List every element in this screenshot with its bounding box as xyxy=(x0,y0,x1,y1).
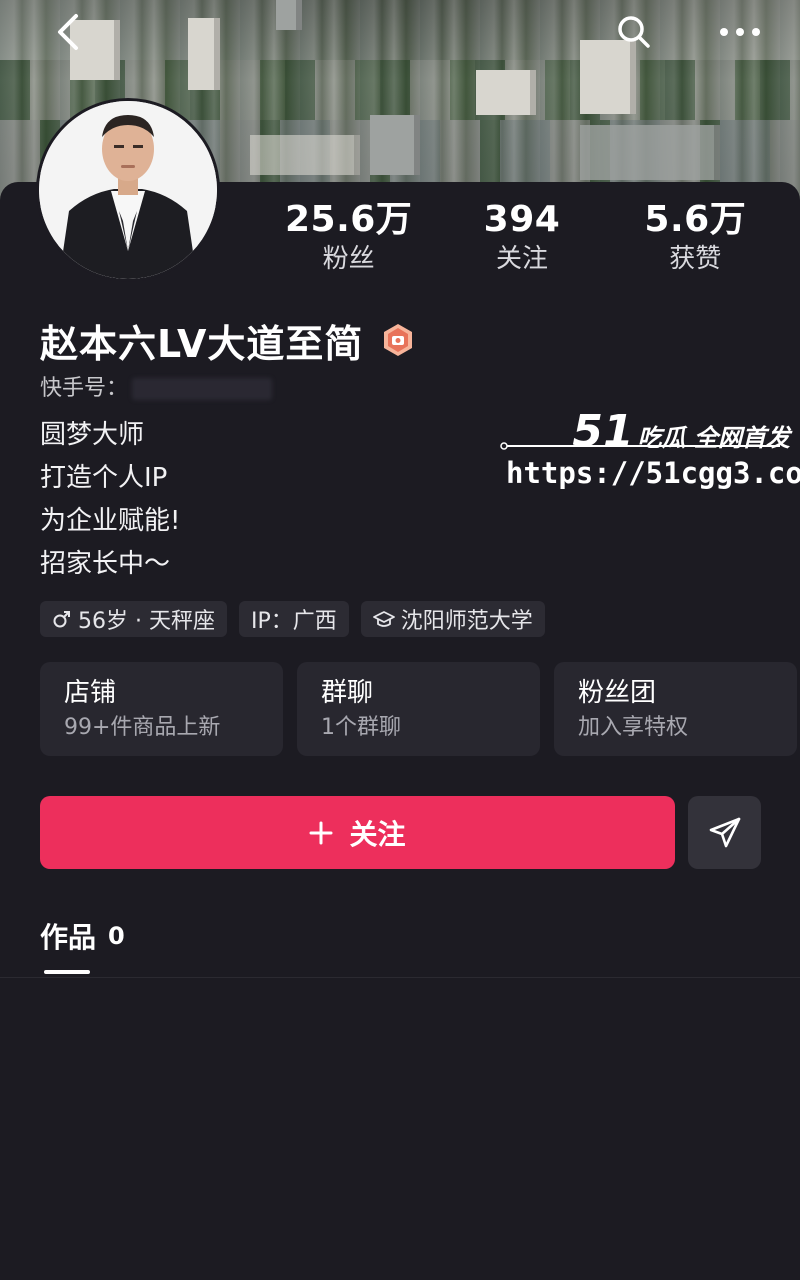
tab-works-label: 作品 xyxy=(40,921,97,954)
chevron-left-icon xyxy=(58,14,78,50)
tags-row: 56岁 · 天秤座 IP：广西 沈阳师范大学 xyxy=(40,601,545,637)
share-button[interactable] xyxy=(688,796,761,869)
tab-works-count: 0 xyxy=(108,922,125,950)
tag-text: 56岁 · 天秤座 xyxy=(78,609,215,634)
avatar[interactable] xyxy=(36,98,220,282)
card-subtitle: 1个群聊 xyxy=(321,715,401,740)
follow-label: 关注 xyxy=(349,817,406,851)
watermark: 51 吃瓜 全网首发 https://51cgg3.com xyxy=(498,398,800,498)
graduation-cap-icon xyxy=(372,609,395,629)
tag-text: 沈阳师范大学 xyxy=(400,609,533,634)
stat-value: 394 xyxy=(483,199,561,240)
bio-line: 打造个人IP xyxy=(40,463,168,493)
tab-works[interactable]: 作品 0 xyxy=(40,916,125,956)
card-shop[interactable]: 店铺 99+件商品上新 xyxy=(40,662,283,756)
card-fan-club[interactable]: 粉丝团 加入享特权 xyxy=(554,662,797,756)
kuaishou-id-label: 快手号： xyxy=(40,376,129,401)
stats-row: 25.6万 粉丝 394 关注 5.6万 获赞 xyxy=(262,198,782,288)
feature-cards: 店铺 99+件商品上新 群聊 1个群聊 粉丝团 加入享特权 xyxy=(40,662,797,756)
kuaishou-id: 快手号： xyxy=(40,370,273,402)
more-button[interactable] xyxy=(718,10,762,54)
bio: 圆梦大师 打造个人IP 为企业赋能! 招家长中～ xyxy=(40,414,180,586)
back-button[interactable] xyxy=(46,10,90,54)
stat-following[interactable]: 394 关注 xyxy=(437,198,607,288)
bio-line: 招家长中～ xyxy=(40,549,171,579)
bio-line: 为企业赋能! xyxy=(40,506,181,536)
card-subtitle: 加入享特权 xyxy=(578,715,689,740)
stat-label: 获赞 xyxy=(669,244,722,274)
bio-line: 圆梦大师 xyxy=(40,420,145,450)
kuaishou-id-value-redacted xyxy=(132,378,273,400)
plus-icon xyxy=(309,821,333,845)
tag-school[interactable]: 沈阳师范大学 xyxy=(360,601,545,637)
more-horizontal-icon xyxy=(720,28,760,36)
tab-indicator xyxy=(44,970,90,974)
watermark-url: https://51cgg3.com xyxy=(506,456,800,490)
card-title: 店铺 xyxy=(64,678,117,708)
card-title: 群聊 xyxy=(321,678,374,708)
profile-name: 赵本六LV大道至简 xyxy=(40,321,364,366)
divider xyxy=(0,977,800,978)
card-group-chat[interactable]: 群聊 1个群聊 xyxy=(297,662,540,756)
card-title: 粉丝团 xyxy=(578,678,657,708)
stat-label: 关注 xyxy=(495,244,548,274)
stat-label: 粉丝 xyxy=(322,244,375,274)
stat-value: 5.6万 xyxy=(644,199,747,240)
stat-followers[interactable]: 25.6万 粉丝 xyxy=(264,198,434,288)
tag-age: 56岁 · 天秤座 xyxy=(40,601,227,637)
send-icon xyxy=(709,817,740,847)
tag-ip: IP：广西 xyxy=(238,601,349,637)
stat-value: 25.6万 xyxy=(284,199,413,240)
name-row: 赵本六LV大道至简 xyxy=(40,314,415,366)
tag-text: IP：广西 xyxy=(250,609,337,634)
male-icon xyxy=(52,609,72,629)
level-badge-icon[interactable] xyxy=(381,323,415,357)
follow-button[interactable]: 关注 xyxy=(40,796,675,869)
card-subtitle: 99+件商品上新 xyxy=(64,715,221,740)
search-button[interactable] xyxy=(612,10,656,54)
watermark-line xyxy=(500,442,780,450)
stat-likes[interactable]: 5.6万 获赞 xyxy=(610,198,780,288)
search-icon xyxy=(618,16,650,48)
